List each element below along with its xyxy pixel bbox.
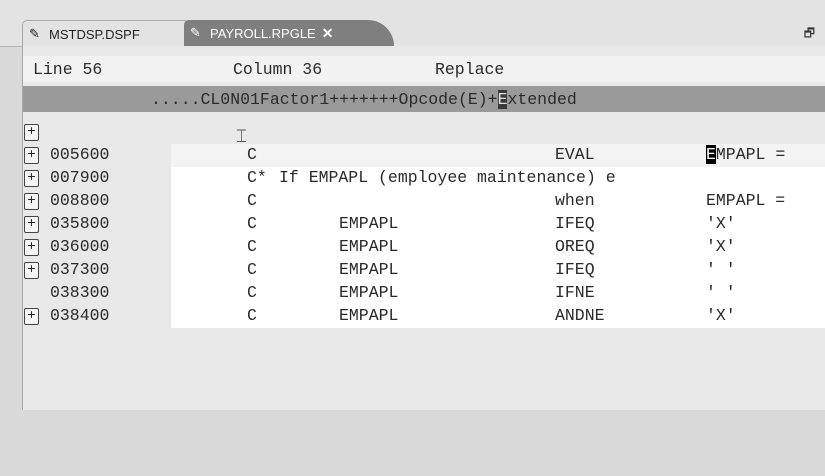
expand-icon[interactable]: + [24,170,39,187]
opcode: EVAL [555,145,595,164]
source-line[interactable]: + 008800 C when EMPAPL = [23,190,825,213]
ruler-text: .....CL0N01Factor1+++++++Opcode(E)+ [151,90,498,109]
sequence-number: 007900 [50,168,110,187]
opcode: when [555,191,595,210]
opcode: IFEQ [555,260,595,279]
comment-text: If EMPAPL (employee maintenance) e [279,168,616,187]
sequence-number: 005600 [50,145,110,164]
source-line-current[interactable]: + 005600 C EVAL EMPAPL = [23,144,825,167]
extended-factor2: 'X' [706,237,736,256]
editor-tab-bar: ✎ MSTDSP.DSPF ✎ PAYROLL.RPGLE ✕ 🗗 [0,0,825,47]
sequence-number: 038400 [50,306,110,325]
opcode: OREQ [555,237,595,256]
expand-icon[interactable]: + [24,262,39,279]
tab-label: MSTDSP.DSPF [49,26,140,42]
sequence-number: 008800 [50,191,110,210]
opcode: ANDNE [555,306,605,325]
extended-factor2: ' ' [706,260,736,279]
extended-factor2: ' ' [706,283,736,302]
spec-type: C [247,306,257,325]
spec-type: C [247,260,257,279]
line-indicator: Line 56 [33,60,103,79]
format-ruler: .....CL0N01Factor1+++++++Opcode(E)+Exten… [23,86,825,112]
spec-type: C [247,214,257,233]
editor-status-line: Line 56 Column 36 Replace [23,56,825,82]
source-line[interactable]: + 035800 C EMPAPL IFEQ 'X' [23,213,825,236]
source-lines: + + 005600 C EVAL EMPAPL = + 007900 C* I… [23,121,825,330]
sequence-number: 037300 [50,260,110,279]
pencil-icon: ✎ [29,26,40,41]
tab-label: PAYROLL.RPGLE [210,25,316,41]
spec-type: C [247,283,257,302]
factor1: EMPAPL [339,214,399,233]
sequence-number: 036000 [50,237,110,256]
spec-type: C [247,237,257,256]
source-line[interactable]: 038300 C EMPAPL IFNE ' ' [23,282,825,305]
spec-type: C [247,191,257,210]
tab-mstdsp-dspf[interactable]: ✎ MSTDSP.DSPF [22,20,189,47]
extended-factor2: EMPAPL = [706,191,786,210]
factor1: EMPAPL [339,306,399,325]
spec-type: C* [247,168,267,187]
extended-factor2: 'X' [706,306,736,325]
source-line[interactable]: + 037300 C EMPAPL IFEQ ' ' [23,259,825,282]
source-line[interactable]: + [23,121,825,144]
text-cursor: E [706,145,716,164]
extended-factor2: MPAPL = [715,145,786,164]
sequence-number: 038300 [50,283,110,302]
spec-type: C [247,145,257,164]
source-line[interactable]: + 007900 C* If EMPAPL (employee maintena… [23,167,825,190]
factor1: EMPAPL [339,283,399,302]
column-indicator: Column 36 [233,60,323,79]
close-icon[interactable]: ✕ [322,25,334,42]
factor1: EMPAPL [339,260,399,279]
mouse-ibeam-cursor-icon: ⌶ [236,126,247,146]
sequence-number: 035800 [50,214,110,233]
source-editor[interactable]: Line 56 Column 36 Replace .....CL0N01Fac… [22,46,825,410]
expand-icon[interactable]: + [24,216,39,233]
ruler-cursor-cell: E [497,90,508,109]
tab-payroll-rpgle[interactable]: ✎ PAYROLL.RPGLE ✕ [184,20,394,46]
maximize-icon[interactable]: 🗗 [804,24,815,45]
ruler-text-tail: xtended [507,90,577,109]
opcode: IFNE [555,283,595,302]
opcode: IFEQ [555,214,595,233]
extended-factor2: 'X' [706,214,736,233]
source-line[interactable]: + 038400 C EMPAPL ANDNE 'X' [23,305,825,328]
pencil-icon: ✎ [190,25,201,40]
expand-icon[interactable]: + [24,193,39,210]
expand-icon[interactable]: + [24,147,39,164]
expand-icon[interactable]: + [24,124,39,141]
expand-icon[interactable]: + [24,239,39,256]
factor1: EMPAPL [339,237,399,256]
edit-mode-indicator: Replace [435,60,505,79]
source-line[interactable]: + 036000 C EMPAPL OREQ 'X' [23,236,825,259]
expand-icon[interactable]: + [24,308,39,325]
